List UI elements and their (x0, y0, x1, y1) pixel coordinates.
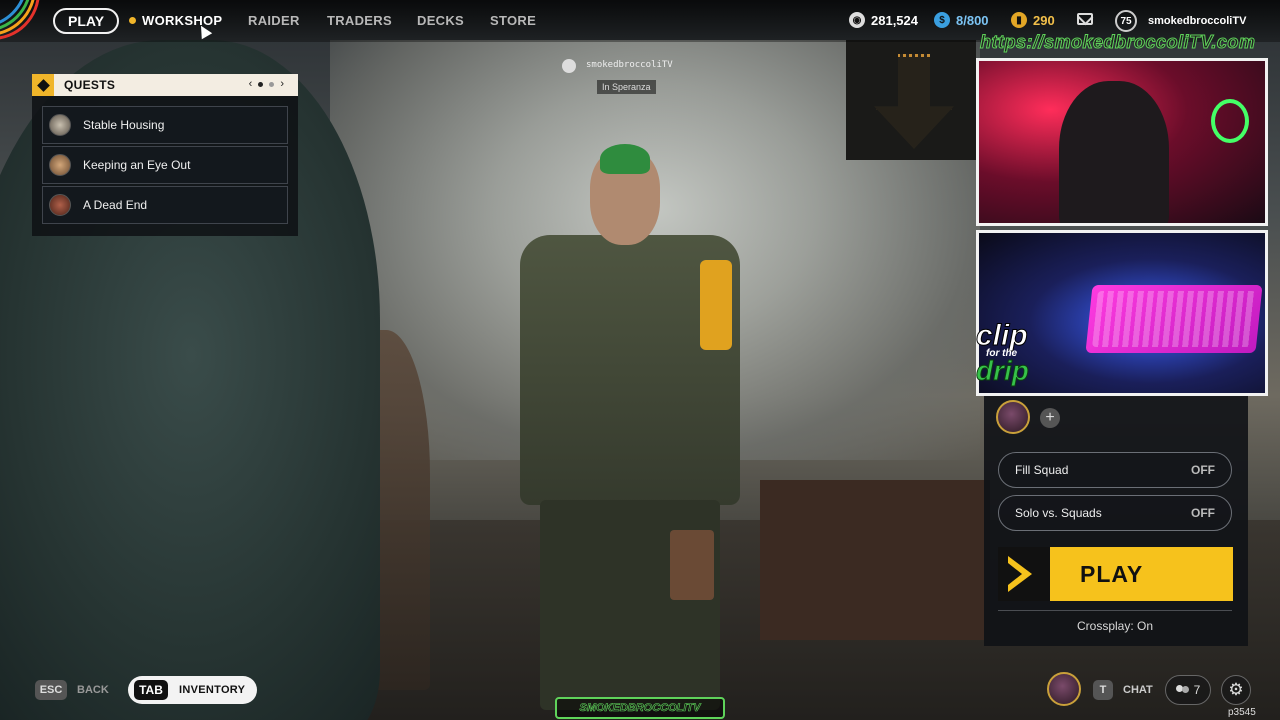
webcam-face (976, 58, 1268, 226)
quest-label: Keeping an Eye Out (83, 158, 191, 172)
quest-diamond-icon (32, 74, 54, 96)
stream-site-watermark: https://smokedbroccoliTV.com (979, 32, 1256, 53)
crown-icon (562, 59, 576, 73)
quests-panel: QUESTS ‹ › Stable Housing Keeping an Eye… (32, 74, 298, 236)
inventory-label: INVENTORY (179, 684, 246, 696)
tokens-value: 290 (1033, 12, 1055, 28)
gear-icon: ⚙ (1228, 680, 1244, 699)
quest-item[interactable]: Keeping an Eye Out (42, 146, 288, 184)
quest-giver-avatar (49, 114, 71, 136)
character-location: In Speranza (597, 80, 656, 94)
nav-store[interactable]: STORE (490, 13, 536, 28)
nav-traders[interactable]: TRADERS (327, 13, 392, 28)
logo-drip: drip (976, 355, 1030, 386)
friends-count: 7 (1193, 683, 1201, 697)
add-party-member-button[interactable]: + (1040, 408, 1060, 428)
t-key-hint: T (1093, 680, 1113, 700)
party-member-avatar[interactable] (996, 400, 1030, 434)
stash-value: 8/800 (956, 12, 989, 28)
quests-next-button[interactable]: › (280, 78, 284, 90)
pager-dot[interactable] (269, 81, 275, 87)
nav-play-button[interactable]: PLAY (53, 8, 120, 34)
inventory-button[interactable]: TAB INVENTORY (128, 676, 257, 704)
friends-icon (1175, 685, 1190, 695)
nav-workshop-label: WORKSHOP (142, 13, 223, 28)
quests-header: QUESTS ‹ › (32, 74, 298, 96)
raider-character (500, 144, 760, 710)
solo-vs-squads-state: OFF (1191, 506, 1215, 520)
token-icon: ▮ (1011, 12, 1027, 28)
fill-squad-state: OFF (1191, 463, 1215, 477)
play-button-label: PLAY (1080, 560, 1144, 587)
friends-button[interactable]: 7 (1165, 675, 1211, 705)
coins-counter: ◉ 281,524 (849, 12, 918, 28)
quest-list: Stable Housing Keeping an Eye Out A Dead… (32, 96, 298, 236)
back-button[interactable]: BACK (77, 684, 109, 696)
stash-icon: $ (934, 12, 950, 28)
pager-dot-active[interactable] (258, 81, 264, 87)
chat-button[interactable]: CHAT (1123, 684, 1153, 696)
tokens-counter: ▮ 290 (1011, 12, 1055, 28)
divider (998, 610, 1232, 611)
logo-clip: clip (976, 319, 1029, 352)
quest-label: A Dead End (83, 198, 148, 212)
arrow-sign (846, 40, 976, 160)
profile-username[interactable]: smokedbroccoliTV (1148, 15, 1246, 27)
coin-icon: ◉ (849, 12, 865, 28)
stash-counter: $8/800 (934, 12, 989, 28)
mail-icon[interactable] (1077, 13, 1093, 25)
clip-for-the-drip-logo: clip for the drip (976, 319, 1030, 386)
quest-item[interactable]: Stable Housing (42, 106, 288, 144)
solo-vs-squads-toggle[interactable]: Solo vs. Squads OFF (998, 495, 1232, 531)
fill-squad-label: Fill Squad (1015, 463, 1069, 477)
chevron-right-icon (998, 547, 1050, 601)
workshop-dot-icon (129, 17, 136, 24)
play-button[interactable]: PLAY (998, 547, 1233, 601)
stream-name-banner: SMOKEDBROCCOLITV (555, 697, 725, 719)
nav-raider[interactable]: RAIDER (248, 13, 300, 28)
quest-giver-avatar (49, 194, 71, 216)
quest-giver-avatar (49, 154, 71, 176)
quests-prev-button[interactable]: ‹ (249, 78, 253, 90)
quests-title: QUESTS (64, 78, 116, 92)
nav-decks[interactable]: DECKS (417, 13, 464, 28)
crossplay-status: Crossplay: On (1076, 619, 1154, 633)
build-id: p3545 (1228, 707, 1256, 718)
coins-value: 281,524 (871, 12, 918, 28)
character-name: smokedbroccoliTV (586, 60, 673, 70)
quest-item[interactable]: A Dead End (42, 186, 288, 224)
fill-squad-toggle[interactable]: Fill Squad OFF (998, 452, 1232, 488)
rainbow-logo (0, 0, 46, 42)
tab-key-hint: TAB (134, 680, 168, 700)
chat-avatar[interactable] (1047, 672, 1081, 706)
player-level-badge: 75 (1115, 10, 1137, 32)
settings-button[interactable]: ⚙ (1221, 675, 1251, 705)
quest-label: Stable Housing (83, 118, 165, 132)
bar-counter (760, 480, 990, 640)
esc-key-hint: ESC (35, 680, 67, 700)
solo-vs-squads-label: Solo vs. Squads (1015, 506, 1102, 520)
quests-pager: ‹ › (249, 78, 284, 90)
